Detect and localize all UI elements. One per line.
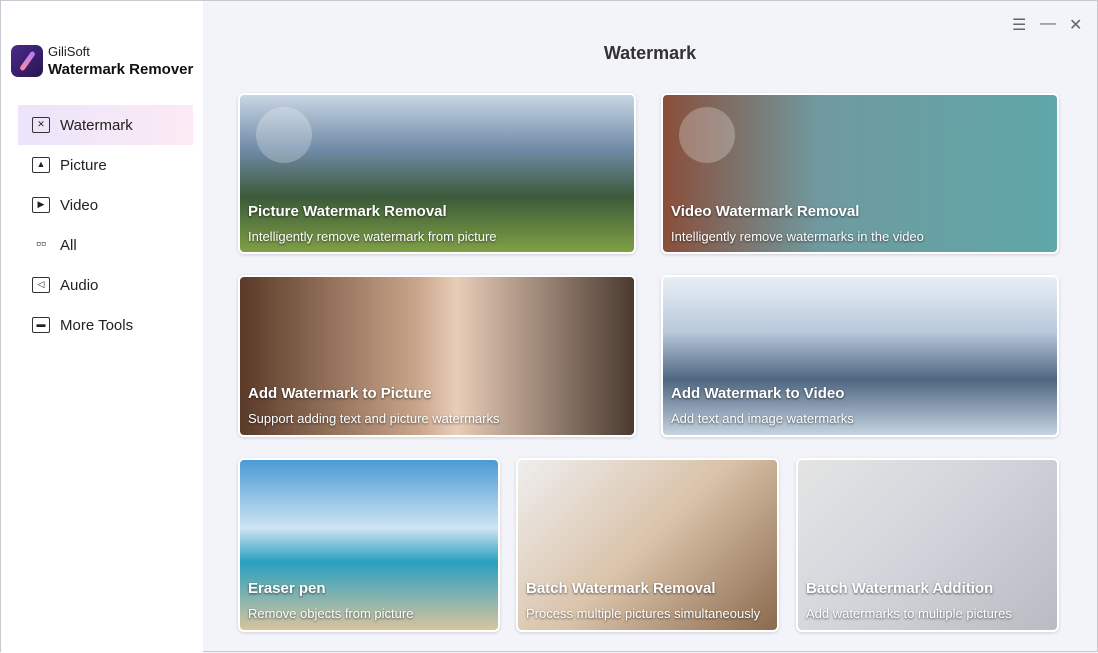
- card-title: Add Watermark to Picture: [248, 385, 432, 402]
- card-picture-watermark-removal[interactable]: Picture Watermark Removal Intelligently …: [238, 93, 636, 254]
- video-icon: ▶: [32, 197, 50, 213]
- menu-icon[interactable]: ☰: [1012, 15, 1026, 35]
- card-add-watermark-video[interactable]: Add Watermark to Video Add text and imag…: [661, 275, 1059, 437]
- card-title: Eraser pen: [248, 580, 326, 597]
- close-button[interactable]: ✕: [1069, 15, 1082, 35]
- minimize-button[interactable]: —: [1040, 15, 1056, 33]
- card-title: Add Watermark to Video: [671, 385, 845, 402]
- sidebar-item-watermark[interactable]: ✕ Watermark: [18, 105, 193, 145]
- watermark-icon: ✕: [32, 117, 50, 133]
- grid-icon: ▫▫: [36, 235, 46, 251]
- card-subtitle: Process multiple pictures simultaneously: [526, 606, 761, 621]
- audio-icon: ◁: [32, 277, 50, 293]
- sidebar-item-audio[interactable]: ◁ Audio: [18, 265, 193, 305]
- picture-icon: ▲: [32, 157, 50, 173]
- picture-remove-icon: [256, 107, 312, 163]
- card-title: Video Watermark Removal: [671, 203, 860, 220]
- sidebar-item-label: Audio: [60, 276, 99, 294]
- toolbox-icon: ▬: [32, 317, 50, 333]
- card-batch-watermark-removal[interactable]: Batch Watermark Removal Process multiple…: [516, 458, 779, 632]
- sidebar-item-label: Picture: [60, 156, 107, 174]
- page-title: Watermark: [603, 43, 697, 63]
- card-subtitle: Support adding text and picture watermar…: [248, 411, 500, 426]
- card-subtitle: Add text and image watermarks: [671, 411, 854, 426]
- sidebar: GiliSoft Watermark Remover ✕ Watermark ▲ P…: [1, 1, 203, 653]
- card-title: Batch Watermark Addition: [806, 580, 994, 597]
- card-subtitle: Add watermarks to multiple pictures: [806, 606, 1012, 621]
- card-subtitle: Intelligently remove watermarks in the v…: [671, 229, 924, 244]
- card-title: Picture Watermark Removal: [248, 203, 447, 220]
- app-logo-icon: [11, 45, 43, 77]
- sidebar-item-picture[interactable]: ▲ Picture: [18, 145, 193, 185]
- sidebar-item-more-tools[interactable]: ▬ More Tools: [18, 305, 193, 345]
- sidebar-item-label: Video: [60, 196, 99, 214]
- card-subtitle: Intelligently remove watermark from pict…: [248, 229, 497, 244]
- sidebar-item-video[interactable]: ▶ Video: [18, 185, 193, 225]
- card-add-watermark-picture[interactable]: Add Watermark to Picture Support adding …: [238, 275, 636, 437]
- card-eraser-pen[interactable]: Eraser pen Remove objects from picture: [238, 458, 500, 632]
- card-title: Batch Watermark Removal: [526, 580, 716, 597]
- brand-name: Watermark Remover: [48, 61, 194, 78]
- card-video-watermark-removal[interactable]: Video Watermark Removal Intelligently re…: [661, 93, 1059, 254]
- sidebar-item-label: Watermark: [60, 116, 133, 134]
- sidebar-item-label: More Tools: [60, 316, 134, 334]
- brand-top: GiliSoft: [48, 44, 90, 59]
- video-remove-icon: [679, 107, 735, 163]
- sidebar-item-label: All: [60, 236, 77, 254]
- card-subtitle: Remove objects from picture: [248, 606, 414, 621]
- sidebar-item-all[interactable]: ▫▫ All: [18, 225, 193, 265]
- card-batch-watermark-addition[interactable]: Batch Watermark Addition Add watermarks …: [796, 458, 1059, 632]
